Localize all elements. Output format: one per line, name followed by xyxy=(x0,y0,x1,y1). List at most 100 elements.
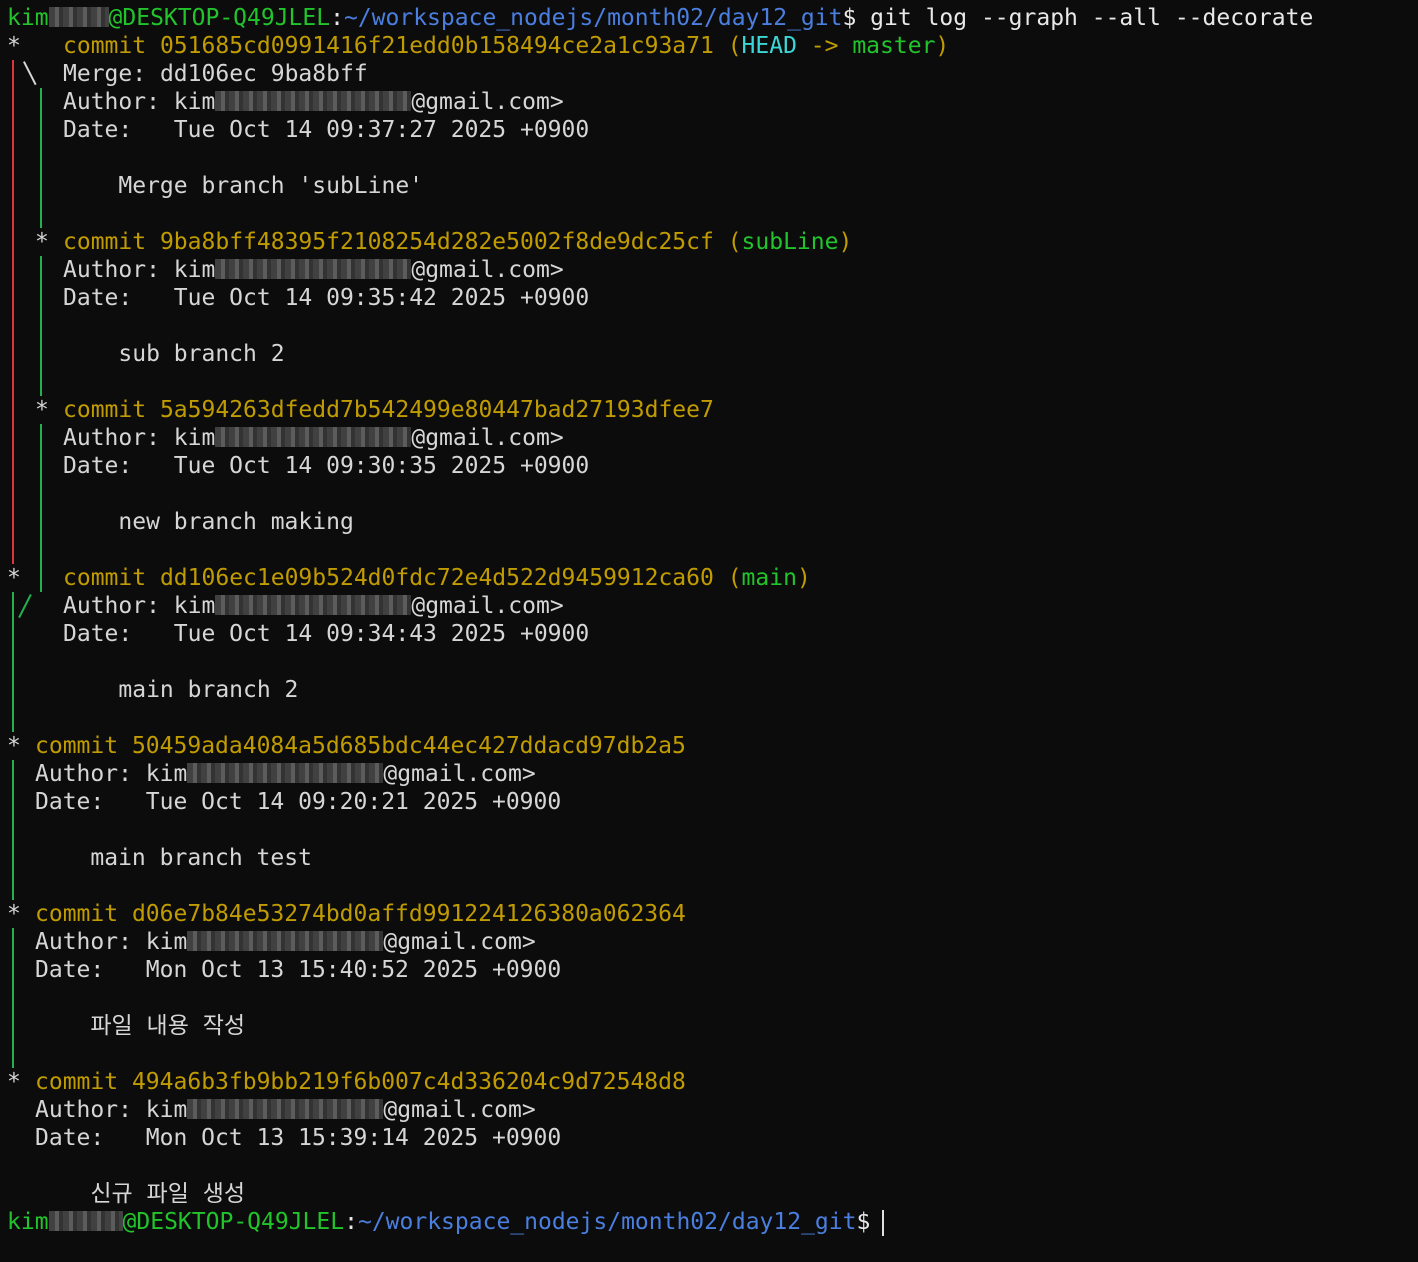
terminal-text: @gmail.com> xyxy=(383,929,536,955)
terminal-text xyxy=(7,816,1418,844)
graph-line xyxy=(7,788,21,816)
commit-header: * commit 9ba8bff48395f2108254d282e5002f8d… xyxy=(7,228,1418,256)
terminal-text xyxy=(7,872,1418,900)
terminal-text: Merge: xyxy=(63,61,147,87)
graph-line xyxy=(35,256,49,284)
commit-hash[interactable]: 494a6b3fb9bb219f6b007c4d336204c9d72548d8 xyxy=(132,1069,686,1095)
commit-hash[interactable]: d06e7b84e53274bd0affd991224126380a062364 xyxy=(132,901,686,927)
graph-cell xyxy=(7,1180,21,1208)
graph-cell xyxy=(35,60,49,88)
graph-line xyxy=(7,508,21,536)
graph-cell xyxy=(21,1012,35,1040)
terminal-text xyxy=(7,704,1418,732)
graph-line xyxy=(7,340,21,368)
text-cursor[interactable] xyxy=(882,1209,885,1236)
graph-cell xyxy=(21,508,35,536)
terminal-text: @gmail.com> xyxy=(411,89,564,115)
graph-line xyxy=(7,676,21,704)
graph-cell xyxy=(7,1096,21,1124)
terminal-text: @DESKTOP-Q49JLEL xyxy=(122,1209,345,1235)
commit-message: main branch test xyxy=(7,844,1418,872)
graph-cell xyxy=(21,1096,35,1124)
commit-message: 파일 내용 작성 xyxy=(7,1012,1418,1040)
commit-header: * commit 494a6b3fb9bb219f6b007c4d336204c9… xyxy=(7,1068,1418,1096)
graph-line xyxy=(35,200,49,228)
terminal-text: sub branch 2 xyxy=(118,341,285,367)
commit-header: * commit d06e7b84e53274bd0affd99122412638… xyxy=(7,900,1418,928)
terminal-text: kim xyxy=(145,761,188,787)
terminal-text: 파일 내용 작성 xyxy=(90,1013,246,1039)
graph-line xyxy=(35,340,49,368)
graph-node-icon: * xyxy=(7,733,21,759)
graph-line xyxy=(7,200,21,228)
graph-cell xyxy=(49,340,63,368)
graph-cell xyxy=(35,32,49,60)
graph-cell xyxy=(49,284,63,312)
prompt-user: kim xyxy=(7,5,49,31)
graph-line xyxy=(7,956,21,984)
terminal-text xyxy=(7,984,1418,1012)
date-line: Date: Tue Oct 14 09:30:35 2025 +0900 xyxy=(7,452,1418,480)
graph-cell xyxy=(21,368,35,396)
terminal-text: kim xyxy=(173,89,216,115)
graph-cell xyxy=(21,256,35,284)
merge-parents: dd106ec 9ba8bff xyxy=(159,61,368,87)
commit-hash[interactable]: 9ba8bff48395f2108254d282e5002f8de9dc25cf xyxy=(160,229,714,255)
branch-ref-subline: subLine xyxy=(741,229,839,255)
terminal-text: Tue Oct 14 09:20:21 2025 +0900 xyxy=(145,789,562,815)
redacted-email xyxy=(215,258,412,279)
graph-cell xyxy=(49,116,63,144)
commit-hash[interactable]: 051685cd0991416f21edd0b158494ce2a1c93a71 xyxy=(160,33,714,59)
graph-cell xyxy=(21,1068,35,1096)
graph-node-icon: * xyxy=(7,901,21,927)
commit-hash[interactable]: 50459ada4084a5d685bdc44ec427ddacd97db2a5 xyxy=(132,733,686,759)
graph-line xyxy=(35,424,49,452)
typed-command: git log --graph --all --decorate xyxy=(856,5,1314,31)
terminal-text: @gmail.com> xyxy=(383,1097,536,1123)
graph-cell xyxy=(21,480,35,508)
graph-node-icon: * xyxy=(7,33,21,59)
terminal-window[interactable]: kim @DESKTOP-Q49JLEL:~/workspace_nodejs/m… xyxy=(0,0,1418,1262)
commit-hash[interactable]: 5a594263dfedd7b542499e80447bad27193dfee7 xyxy=(160,397,714,423)
terminal-text: $ xyxy=(856,1209,871,1235)
commit-hash[interactable]: dd106ec1e09b524d0fdc72e4d522d9459912ca60 xyxy=(160,565,714,591)
date-line: Date: Mon Oct 13 15:39:14 2025 +0900 xyxy=(7,1124,1418,1152)
prompt-line[interactable]: kim @DESKTOP-Q49JLEL:~/workspace_nodejs/m… xyxy=(7,1208,1418,1236)
commit-message: Merge branch 'subLine' xyxy=(7,172,1418,200)
graph-line xyxy=(7,312,21,340)
terminal-text: new branch making xyxy=(118,509,354,535)
commit-message: new branch making xyxy=(7,508,1418,536)
terminal-text: commit xyxy=(63,565,147,591)
graph-cell xyxy=(21,396,35,424)
graph-line xyxy=(35,480,49,508)
graph-line xyxy=(7,536,21,564)
graph-line xyxy=(7,648,21,676)
terminal-text: commit xyxy=(63,229,147,255)
graph-cell xyxy=(21,200,35,228)
graph-line xyxy=(7,172,21,200)
terminal-text: @gmail.com> xyxy=(411,593,564,619)
graph-line xyxy=(7,116,21,144)
graph-cell xyxy=(49,60,63,88)
terminal-text xyxy=(7,368,1418,396)
terminal-text: Mon Oct 13 15:39:14 2025 +0900 xyxy=(145,1125,562,1151)
graph-line xyxy=(35,312,49,340)
graph-line xyxy=(35,452,49,480)
graph-line xyxy=(35,508,49,536)
terminal-text: commit xyxy=(63,397,147,423)
